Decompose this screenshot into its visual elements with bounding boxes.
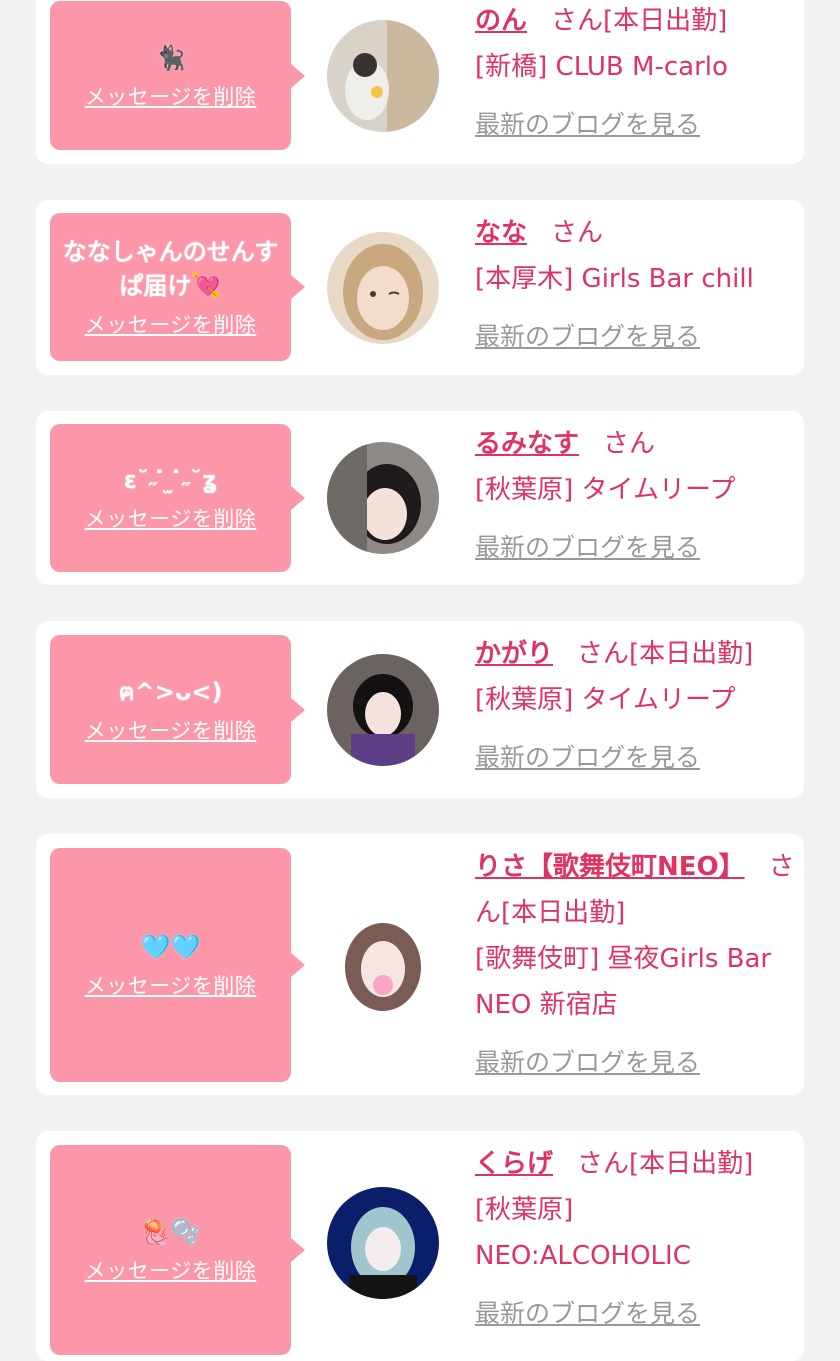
message-bubble: ฅ^>ᴗ<) メッセージを削除 — [50, 635, 305, 784]
cast-name-link[interactable]: るみなす — [475, 429, 579, 459]
cast-info: かがり さん[本日出勤] [秋葉原] タイムリープ 最新のブログを見る — [475, 631, 795, 781]
latest-blog-link[interactable]: 最新のブログを見る — [475, 1040, 700, 1086]
latest-blog-link[interactable]: 最新のブログを見る — [475, 1291, 700, 1337]
message-text: ななしゃんのせんすぱ届け💘 — [62, 238, 279, 300]
shop-location: [秋葉原] タイムリープ — [475, 475, 736, 505]
message-text: 🪼🫧 — [140, 1218, 201, 1246]
latest-blog-link[interactable]: 最新のブログを見る — [475, 314, 700, 360]
latest-blog-link[interactable]: 最新のブログを見る — [475, 525, 700, 571]
message-card: 🐈‍⬛ メッセージを削除 のん さん[本日出勤] [新橋] CLUB M-carl… — [36, 0, 804, 164]
message-text: 🩵🩵 — [140, 933, 201, 961]
delete-message-link[interactable]: メッセージを削除 — [85, 1255, 257, 1285]
message-list: 🐈‍⬛ メッセージを削除 のん さん[本日出勤] [新橋] CLUB M-carl… — [0, 0, 840, 1361]
delete-message-link[interactable]: メッセージを削除 — [85, 970, 257, 1000]
avatar[interactable] — [327, 442, 439, 554]
cast-name-link[interactable]: なな — [475, 218, 527, 248]
cast-name-link[interactable]: りさ【歌舞伎町NEO】 — [475, 852, 745, 882]
delete-message-link[interactable]: メッセージを削除 — [85, 81, 257, 111]
avatar[interactable] — [327, 909, 439, 1021]
message-bubble: ɛ˘˶ ̇ ̫ ̇˶˘ʓ メッセージを削除 — [50, 424, 305, 572]
cast-name-link[interactable]: のん — [475, 6, 527, 36]
avatar[interactable] — [327, 654, 439, 766]
delete-message-link[interactable]: メッセージを削除 — [85, 309, 257, 339]
shop-location: [秋葉原] タイムリープ — [475, 685, 736, 715]
message-bubble: ななしゃんのせんすぱ届け💘 メッセージを削除 — [50, 213, 305, 361]
cast-suffix: さん[本日出勤] — [577, 1149, 754, 1179]
latest-blog-link[interactable]: 最新のブログを見る — [475, 102, 700, 148]
message-text: ɛ˘˶ ̇ ̫ ̇˶˘ʓ — [123, 466, 218, 494]
cast-suffix: さん — [603, 429, 656, 459]
message-card: ɛ˘˶ ̇ ̫ ̇˶˘ʓ メッセージを削除 るみなす さん [秋葉原] タイムリー… — [36, 411, 804, 585]
cast-suffix: さん — [551, 218, 604, 248]
shop-location: [秋葉原] NEO:ALCOHOLIC — [475, 1195, 691, 1271]
message-bubble: 🐈‍⬛ メッセージを削除 — [50, 1, 305, 150]
cast-info: りさ【歌舞伎町NEO】 さん[本日出勤] [歌舞伎町] 昼夜Girls Bar N… — [475, 844, 815, 1086]
avatar[interactable] — [327, 20, 439, 132]
delete-message-link[interactable]: メッセージを削除 — [85, 503, 257, 533]
avatar[interactable] — [327, 232, 439, 344]
message-text: ฅ^>ᴗ<) — [118, 677, 223, 706]
cast-info: なな さん [本厚木] Girls Bar chill 最新のブログを見る — [475, 210, 795, 360]
message-card: ななしゃんのせんすぱ届け💘 メッセージを削除 なな さん [本厚木] Girls … — [36, 200, 804, 375]
avatar[interactable] — [327, 1187, 439, 1299]
cast-suffix: さん[本日出勤] — [577, 639, 754, 669]
cast-info: くらげ さん[本日出勤] [秋葉原] NEO:ALCOHOLIC 最新のブログを見… — [475, 1141, 775, 1337]
message-bubble: 🩵🩵 メッセージを削除 — [50, 848, 305, 1082]
shop-location: [新橋] CLUB M-carlo — [475, 52, 728, 82]
message-card: ฅ^>ᴗ<) メッセージを削除 かがり さん[本日出勤] [秋葉原] タイムリープ… — [36, 621, 804, 798]
cast-name-link[interactable]: くらげ — [475, 1149, 553, 1179]
cast-info: のん さん[本日出勤] [新橋] CLUB M-carlo 最新のブログを見る — [475, 0, 795, 148]
message-text: 🐈‍⬛ — [155, 43, 186, 72]
delete-message-link[interactable]: メッセージを削除 — [85, 715, 257, 745]
shop-location: [本厚木] Girls Bar chill — [475, 264, 754, 294]
cast-name-link[interactable]: かがり — [475, 639, 553, 669]
shop-location: [歌舞伎町] 昼夜Girls Bar NEO 新宿店 — [475, 944, 772, 1020]
message-card: 🩵🩵 メッセージを削除 りさ【歌舞伎町NEO】 さん[本日出勤] [歌舞伎町] 昼… — [36, 834, 804, 1095]
latest-blog-link[interactable]: 最新のブログを見る — [475, 735, 700, 781]
cast-suffix: さん[本日出勤] — [551, 6, 728, 36]
message-bubble: 🪼🫧 メッセージを削除 — [50, 1145, 305, 1355]
cast-info: るみなす さん [秋葉原] タイムリープ 最新のブログを見る — [475, 421, 795, 571]
message-card: 🪼🫧 メッセージを削除 くらげ さん[本日出勤] [秋葉原] NEO:ALCOHO… — [36, 1131, 804, 1361]
